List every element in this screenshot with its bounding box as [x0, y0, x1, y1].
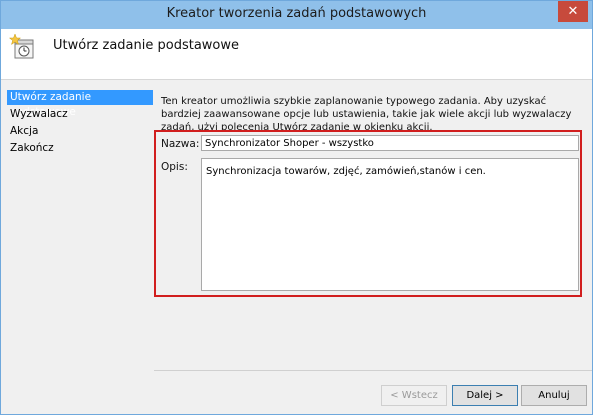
page-title: Utwórz zadanie podstawowe	[53, 38, 239, 53]
sidebar-item-finish[interactable]: Zakończ	[7, 141, 153, 156]
sidebar-item-trigger[interactable]: Wyzwalacz	[7, 107, 153, 122]
back-button[interactable]: < Wstecz	[381, 385, 447, 406]
close-icon: ✕	[567, 4, 579, 19]
task-clock-icon	[9, 33, 34, 59]
highlight-annotation-box	[154, 130, 582, 297]
footer-divider	[154, 370, 592, 371]
wizard-header: Utwórz zadanie podstawowe	[1, 29, 592, 80]
wizard-window: Kreator tworzenia zadań podstawowych ✕ U…	[0, 0, 593, 415]
wizard-steps-sidebar: Utwórz zadanie podstawowe Wyzwalacz Akcj…	[1, 80, 155, 370]
window-title: Kreator tworzenia zadań podstawowych	[166, 6, 427, 21]
intro-text: Ten kreator umożliwia szybkie zaplanowan…	[161, 96, 572, 133]
sidebar-item-action[interactable]: Akcja	[7, 124, 153, 139]
next-button[interactable]: Dalej >	[452, 385, 518, 406]
close-button[interactable]: ✕	[558, 1, 588, 22]
title-bar[interactable]: Kreator tworzenia zadań podstawowych ✕	[1, 1, 592, 29]
sidebar-item-create-task[interactable]: Utwórz zadanie podstawowe	[7, 90, 153, 118]
cancel-button[interactable]: Anuluj	[521, 385, 587, 406]
